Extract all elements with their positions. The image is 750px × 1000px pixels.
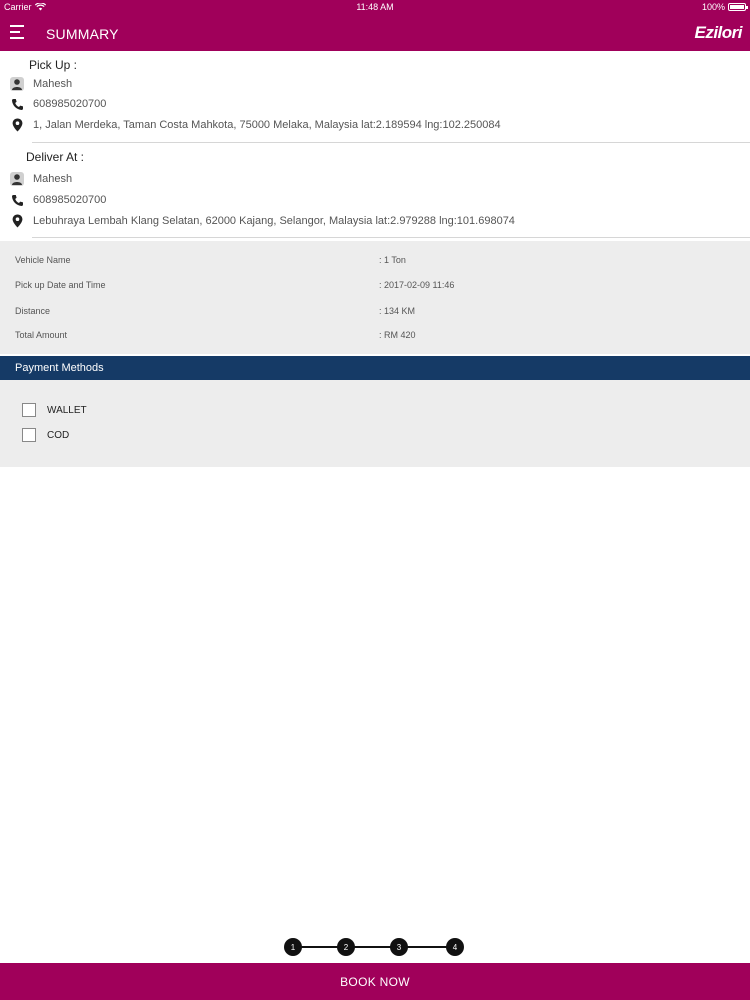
- detail-value: : 1 Ton: [379, 255, 406, 265]
- delivery-heading: Deliver At :: [26, 150, 85, 164]
- progress-stepper: 1 2 3 4: [284, 938, 464, 956]
- delivery-address: Lebuhraya Lembah Klang Selatan, 62000 Ka…: [33, 215, 515, 227]
- divider: [32, 237, 750, 238]
- step-2: 2: [337, 938, 355, 956]
- status-time: 11:48 AM: [356, 2, 394, 12]
- payment-option-wallet[interactable]: WALLET: [22, 403, 87, 417]
- payment-option-label: WALLET: [47, 404, 87, 416]
- detail-label: Total Amount: [15, 330, 68, 340]
- status-right: 100%: [701, 2, 748, 12]
- divider: [32, 142, 750, 143]
- person-icon: [10, 77, 24, 91]
- battery-icon: [728, 3, 748, 11]
- phone-icon: [10, 97, 24, 111]
- pickup-address-row: 1, Jalan Merdeka, Taman Costa Mahkota, 7…: [10, 118, 501, 132]
- pickup-heading: Pick Up :: [29, 58, 78, 72]
- brand-logo: Ezilori: [694, 23, 742, 42]
- location-pin-icon: [10, 214, 24, 228]
- detail-value: : 134 KM: [379, 306, 416, 316]
- menu-icon[interactable]: [10, 25, 24, 41]
- book-now-button[interactable]: BOOK NOW: [0, 963, 750, 1000]
- pickup-phone-row: 608985020700: [10, 97, 106, 111]
- pickup-phone: 608985020700: [33, 98, 107, 110]
- battery-percent: 100%: [701, 2, 725, 12]
- detail-value: : RM 420: [379, 330, 416, 340]
- stepper-line: [293, 946, 453, 948]
- delivery-name-row: Mahesh: [10, 172, 72, 186]
- status-bar: Carrier 11:48 AM 100%: [0, 0, 750, 15]
- detail-label: Vehicle Name: [15, 255, 71, 265]
- person-icon: [10, 172, 24, 186]
- delivery-name: Mahesh: [33, 173, 73, 185]
- delivery-address-row: Lebuhraya Lembah Klang Selatan, 62000 Ka…: [10, 214, 515, 228]
- pickup-address: 1, Jalan Merdeka, Taman Costa Mahkota, 7…: [33, 119, 501, 131]
- payment-option-cod[interactable]: COD: [22, 428, 69, 442]
- step-3: 3: [390, 938, 408, 956]
- payment-option-label: COD: [47, 429, 70, 441]
- detail-value: : 2017-02-09 11:46: [379, 280, 455, 290]
- pickup-name: Mahesh: [33, 78, 73, 90]
- payment-methods-panel: WALLET COD: [0, 380, 750, 467]
- step-4: 4: [446, 938, 464, 956]
- location-pin-icon: [10, 118, 24, 132]
- delivery-phone: 608985020700: [33, 194, 107, 206]
- page-title: SUMMARY: [46, 26, 119, 42]
- cod-checkbox[interactable]: [22, 428, 36, 442]
- wallet-checkbox[interactable]: [22, 403, 36, 417]
- pickup-name-row: Mahesh: [10, 77, 72, 91]
- order-details-panel: Vehicle Name : 1 Ton Pick up Date and Ti…: [0, 241, 750, 354]
- phone-icon: [10, 193, 24, 207]
- payment-methods-header: Payment Methods: [0, 356, 750, 380]
- detail-label: Distance: [15, 306, 51, 316]
- step-1: 1: [284, 938, 302, 956]
- nav-bar: SUMMARY Ezilori: [0, 15, 750, 51]
- detail-label: Pick up Date and Time: [15, 280, 106, 290]
- delivery-phone-row: 608985020700: [10, 193, 106, 207]
